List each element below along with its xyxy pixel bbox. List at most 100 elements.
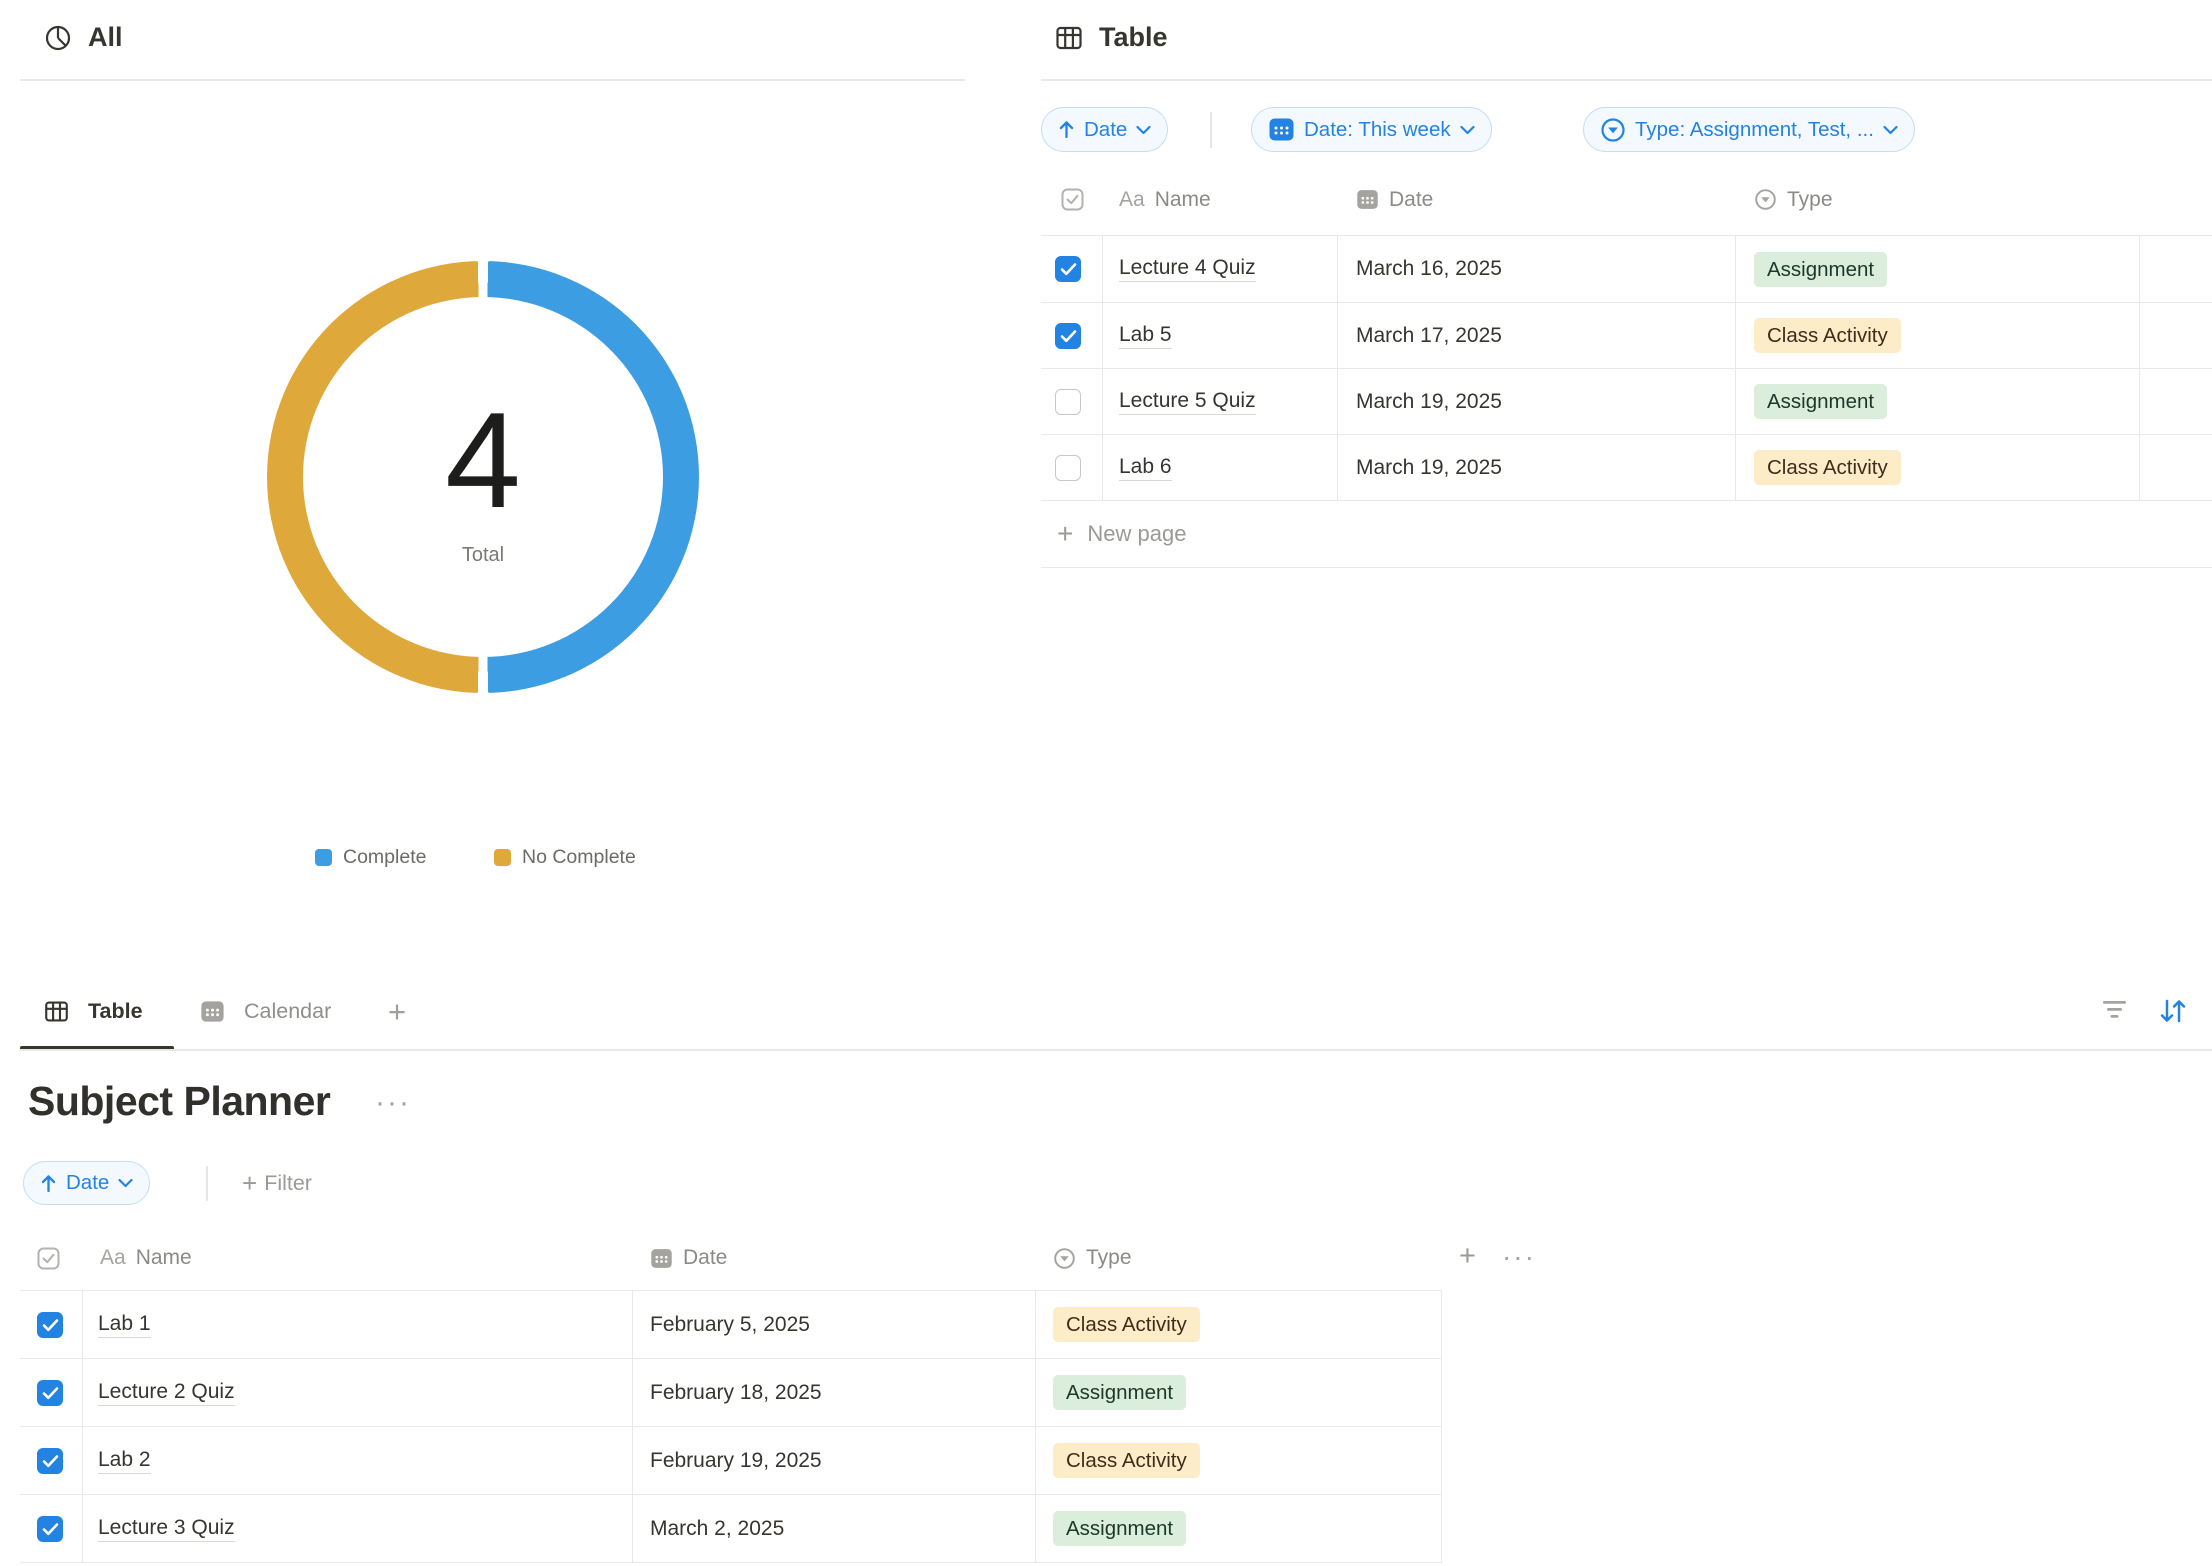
row-checkbox-cell[interactable] xyxy=(20,1291,83,1358)
type-cell[interactable]: Assignment xyxy=(1036,1495,1442,1562)
checkbox-icon xyxy=(37,1247,60,1270)
date-cell[interactable]: February 5, 2025 xyxy=(633,1291,1036,1358)
row-checkbox[interactable] xyxy=(1055,323,1081,349)
chevron-down-icon xyxy=(1136,125,1151,135)
legend-item-complete: Complete xyxy=(315,846,426,869)
sort-pill-date-bottom[interactable]: Date xyxy=(23,1161,150,1205)
title-more-icon[interactable]: ··· xyxy=(375,1088,411,1118)
filter-lines-icon[interactable] xyxy=(2102,1000,2127,1025)
new-page-label: New page xyxy=(1087,521,1186,547)
name-cell[interactable]: Lecture 3 Quiz xyxy=(83,1495,633,1562)
date-cell[interactable]: March 17, 2025 xyxy=(1338,303,1736,368)
column-header-name[interactable]: AaName xyxy=(83,1226,633,1290)
calendar-icon xyxy=(200,999,225,1024)
row-checkbox-cell[interactable] xyxy=(20,1495,83,1562)
name-cell[interactable]: Lab 6 xyxy=(1103,435,1338,500)
row-checkbox[interactable] xyxy=(37,1516,63,1542)
name-cell[interactable]: Lecture 2 Quiz xyxy=(83,1359,633,1426)
legend-label: Complete xyxy=(343,846,426,869)
column-header-type[interactable]: Type xyxy=(1036,1226,1442,1290)
legend-swatch-no-complete xyxy=(494,849,511,866)
row-checkbox[interactable] xyxy=(37,1312,63,1338)
select-all-header[interactable] xyxy=(20,1226,83,1290)
date-cell[interactable]: February 18, 2025 xyxy=(633,1359,1036,1426)
table-more-button[interactable]: ··· xyxy=(1502,1243,1536,1271)
tab-calendar[interactable]: Calendar xyxy=(200,999,331,1024)
tab-calendar-label: Calendar xyxy=(244,999,331,1024)
week-table: AaName Date xyxy=(1041,164,2212,568)
date-cell[interactable]: February 19, 2025 xyxy=(633,1427,1036,1494)
filter-pill-date[interactable]: Date: This week xyxy=(1251,107,1492,152)
tabs-divider xyxy=(20,1049,2212,1051)
type-cell[interactable]: Assignment xyxy=(1736,236,2140,302)
type-cell[interactable]: Class Activity xyxy=(1736,435,2140,500)
name-cell[interactable]: Lecture 4 Quiz xyxy=(1103,236,1338,302)
name-cell[interactable]: Lab 5 xyxy=(1103,303,1338,368)
add-column-button[interactable]: + xyxy=(1459,1242,1476,1271)
row-checkbox-cell[interactable] xyxy=(20,1427,83,1494)
row-checkbox-cell[interactable] xyxy=(1041,236,1103,302)
table-row: Lab 5 March 17, 2025 Class Activity xyxy=(1041,303,2212,369)
new-page-row[interactable]: + New page xyxy=(1041,501,2212,568)
row-checkbox-cell[interactable] xyxy=(1041,435,1103,500)
calendar-icon xyxy=(650,1247,673,1270)
date-cell[interactable]: March 19, 2025 xyxy=(1338,435,1736,500)
checkbox-icon xyxy=(1061,188,1084,211)
row-checkbox[interactable] xyxy=(1055,389,1081,415)
table-icon xyxy=(44,999,69,1024)
left-card-divider xyxy=(20,79,965,81)
table-row: Lab 2 February 19, 2025 Class Activity xyxy=(20,1427,1442,1495)
date-cell[interactable]: March 19, 2025 xyxy=(1338,369,1736,434)
row-spacer xyxy=(2140,236,2212,302)
sort-arrow-icon xyxy=(1058,120,1075,139)
type-cell[interactable]: Class Activity xyxy=(1036,1291,1442,1358)
tab-table[interactable]: Table xyxy=(44,999,143,1024)
calendar-icon xyxy=(1268,116,1295,143)
legend-swatch-complete xyxy=(315,849,332,866)
row-checkbox-cell[interactable] xyxy=(1041,303,1103,368)
add-view-button[interactable]: + xyxy=(388,996,406,1027)
toolbar-divider xyxy=(206,1166,208,1201)
column-header-type[interactable]: Type xyxy=(1736,164,2140,235)
row-checkbox-cell[interactable] xyxy=(20,1359,83,1426)
type-cell[interactable]: Class Activity xyxy=(1036,1427,1442,1494)
row-spacer xyxy=(2140,435,2212,500)
donut-total-label: Total xyxy=(383,544,583,567)
add-filter-button[interactable]: + Filter xyxy=(242,1170,312,1196)
page-title[interactable]: Subject Planner xyxy=(28,1078,330,1125)
name-cell[interactable]: Lab 1 xyxy=(83,1291,633,1358)
row-checkbox[interactable] xyxy=(1055,256,1081,282)
row-checkbox[interactable] xyxy=(37,1380,63,1406)
row-spacer xyxy=(2140,303,2212,368)
left-view-title-label: All xyxy=(88,22,123,53)
row-spacer xyxy=(2140,369,2212,434)
left-view-title[interactable]: All xyxy=(44,22,123,53)
column-header-date[interactable]: Date xyxy=(633,1226,1036,1290)
page: All 4 Total Complete No Complete Table D… xyxy=(0,0,2212,1566)
sort-pill-label: Date xyxy=(66,1171,109,1195)
filter-pill-type[interactable]: Type: Assignment, Test, ... xyxy=(1583,107,1915,152)
date-cell[interactable]: March 16, 2025 xyxy=(1338,236,1736,302)
date-cell[interactable]: March 2, 2025 xyxy=(633,1495,1036,1562)
sort-toggle-icon[interactable] xyxy=(2158,997,2188,1030)
table-row: Lecture 2 Quiz February 18, 2025 Assignm… xyxy=(20,1359,1442,1427)
right-view-title[interactable]: Table xyxy=(1055,22,1168,53)
type-cell[interactable]: Assignment xyxy=(1036,1359,1442,1426)
filter-pill-type-label: Type: Assignment, Test, ... xyxy=(1635,118,1874,142)
name-cell[interactable]: Lecture 5 Quiz xyxy=(1103,369,1338,434)
column-header-name[interactable]: AaName xyxy=(1103,164,1338,235)
table-row: Lecture 5 Quiz March 19, 2025 Assignment xyxy=(1041,369,2212,435)
name-cell[interactable]: Lab 2 xyxy=(83,1427,633,1494)
type-cell[interactable]: Class Activity xyxy=(1736,303,2140,368)
row-checkbox-cell[interactable] xyxy=(1041,369,1103,434)
row-checkbox[interactable] xyxy=(1055,455,1081,481)
sort-pill-date[interactable]: Date xyxy=(1041,107,1168,152)
plus-icon: + xyxy=(1057,520,1073,548)
type-filter-icon xyxy=(1600,117,1626,143)
select-all-header[interactable] xyxy=(1041,164,1103,235)
row-checkbox[interactable] xyxy=(37,1448,63,1474)
type-cell[interactable]: Assignment xyxy=(1736,369,2140,434)
planner-header-row: AaName Date xyxy=(20,1226,1442,1291)
table-row: Lab 1 February 5, 2025 Class Activity xyxy=(20,1291,1442,1359)
column-header-date[interactable]: Date xyxy=(1338,164,1736,235)
